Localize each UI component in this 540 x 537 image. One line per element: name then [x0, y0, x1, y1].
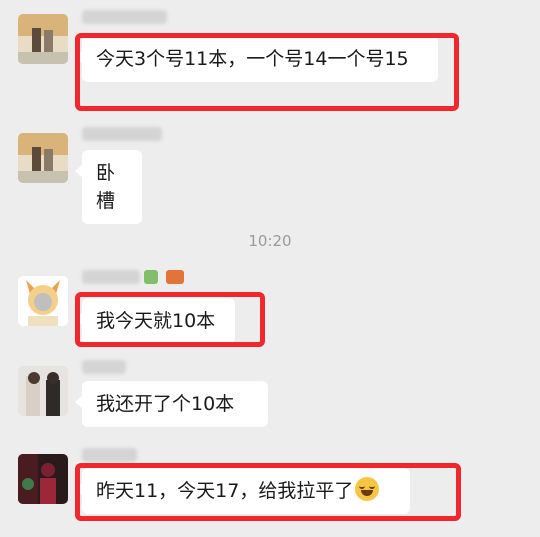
- sender-name-blurred: [82, 127, 162, 141]
- sender-name-blurred: [82, 448, 137, 462]
- avatar-image: [18, 366, 68, 416]
- gift-badge-icon: [166, 270, 184, 284]
- timestamp: 10:20: [248, 232, 292, 250]
- avatar-cartoon-cat[interactable]: [18, 276, 68, 326]
- message-text: 卧槽: [96, 162, 116, 212]
- message-text: 我还开了个10本: [96, 393, 235, 415]
- sender-name-blurred: [82, 10, 167, 24]
- sender-name-blurred: [82, 360, 126, 374]
- message-text: 昨天11，今天17，给我拉平了: [96, 480, 354, 502]
- avatar-couple-sunset[interactable]: [18, 133, 68, 183]
- avatar-image: [18, 454, 68, 504]
- laughing-tears-emoji: [355, 477, 380, 501]
- avatar-image: [18, 276, 68, 326]
- avatar-dark-red[interactable]: [18, 454, 68, 504]
- avatar-couple-photo[interactable]: [18, 366, 68, 416]
- leaf-badge-icon: [144, 270, 158, 284]
- message-bubble[interactable]: 昨天11，今天17，给我拉平了: [75, 468, 410, 514]
- message-text: 我今天就10本: [96, 310, 216, 332]
- avatar-image: [18, 133, 68, 183]
- sender-name-blurred: [82, 270, 140, 284]
- avatar-image: [18, 14, 68, 64]
- avatar-couple-sunset[interactable]: [18, 14, 68, 64]
- message-bubble[interactable]: 我还开了个10本: [75, 381, 268, 427]
- message-text: 今天3个号11本，一个号14一个号15: [96, 48, 409, 70]
- message-bubble[interactable]: 我今天就10本: [75, 298, 235, 344]
- message-bubble[interactable]: 卧槽: [75, 150, 142, 224]
- message-bubble[interactable]: 今天3个号11本，一个号14一个号15: [75, 36, 438, 82]
